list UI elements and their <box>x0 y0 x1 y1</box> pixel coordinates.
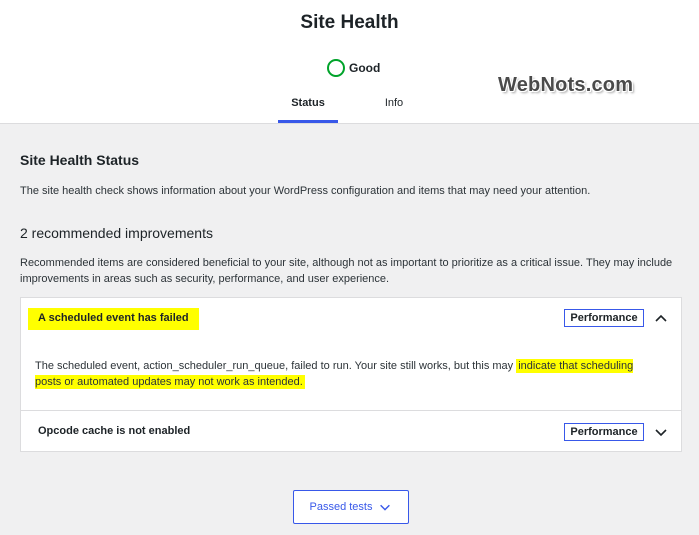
section-description: The site health check shows information … <box>20 185 591 197</box>
issue-description-text: The scheduled event, action_scheduler_ru… <box>35 360 517 372</box>
issue-item: A scheduled event has failed Performance… <box>21 298 681 411</box>
category-badge: Performance <box>564 423 644 441</box>
chevron-up-icon <box>655 314 667 322</box>
issue-item: Opcode cache is not enabled Performance <box>21 412 681 452</box>
tab-bar: Status Info <box>0 90 699 124</box>
tab-status[interactable]: Status <box>278 90 338 123</box>
chevron-down-icon <box>655 429 667 437</box>
section-title: Site Health Status <box>20 152 140 168</box>
status-label: Good <box>349 61 381 75</box>
chevron-down-icon <box>380 504 391 511</box>
improvements-title: 2 recommended improvements <box>20 225 213 241</box>
issue-title: A scheduled event has failed <box>28 308 199 330</box>
issue-description: The scheduled event, action_scheduler_ru… <box>35 358 660 390</box>
issue-toggle-scheduled-event[interactable]: A scheduled event has failed Performance <box>21 298 681 340</box>
issues-accordion: A scheduled event has failed Performance… <box>20 297 682 452</box>
passed-tests-button[interactable]: Passed tests <box>293 490 409 524</box>
page-title: Site Health <box>300 12 399 33</box>
page-header: Site Health Good WebNots.com Status Info <box>0 0 699 124</box>
passed-tests-label: Passed tests <box>309 501 373 513</box>
issue-title: Opcode cache is not enabled <box>38 425 191 437</box>
category-badge: Performance <box>564 309 644 327</box>
improvements-description: Recommended items are considered benefic… <box>20 257 673 285</box>
issue-toggle-opcode-cache[interactable]: Opcode cache is not enabled Performance <box>21 412 681 454</box>
tab-info[interactable]: Info <box>370 90 418 124</box>
status-ring-icon <box>327 59 345 77</box>
health-status: Good <box>327 58 380 78</box>
